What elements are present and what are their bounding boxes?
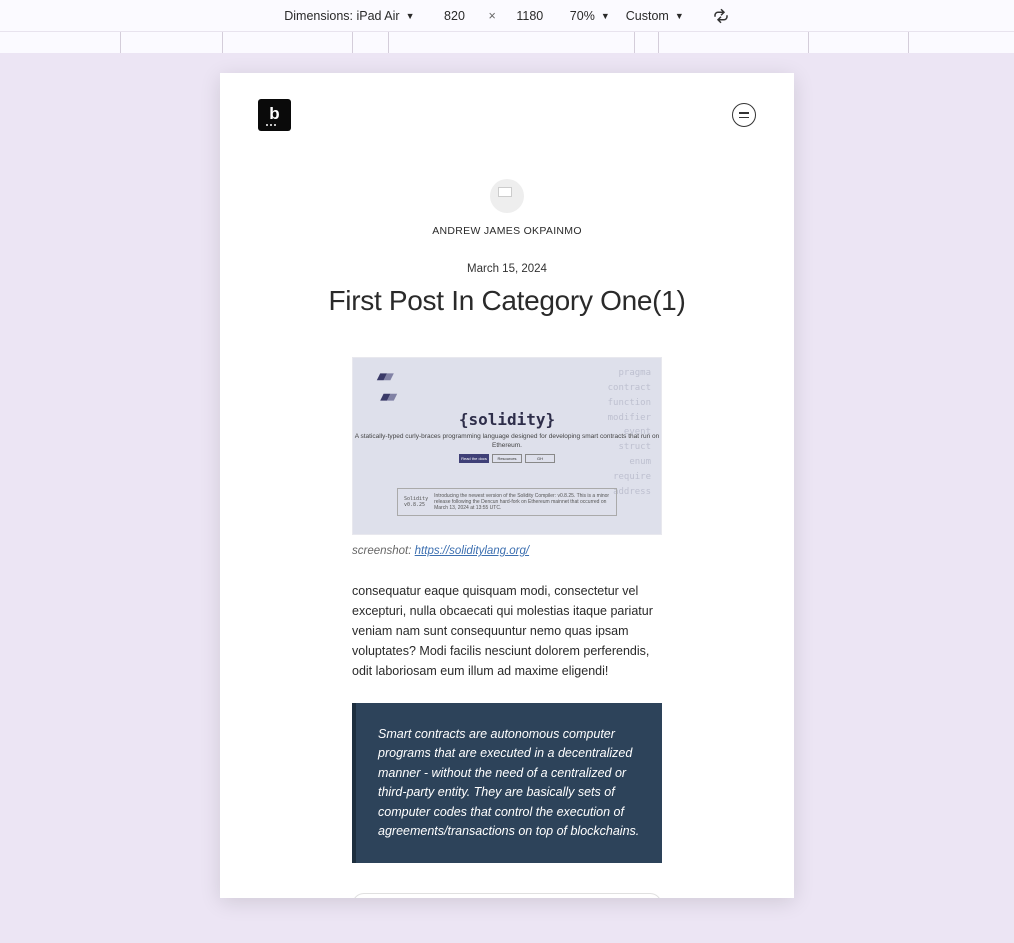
announce-text: Introducing the newest version of the So… — [434, 493, 610, 511]
author-avatar[interactable] — [490, 179, 524, 213]
dimensions-group: × — [430, 9, 553, 23]
hamburger-menu-icon[interactable] — [732, 103, 756, 127]
throttle-value: Custom — [626, 9, 669, 23]
page-scroll[interactable]: b ANDREW JAMES OKPAINMO March 15, 2024 F… — [220, 73, 794, 898]
rotate-icon[interactable] — [712, 7, 730, 25]
banner-btn-docs: Read the docs — [459, 454, 489, 463]
device-frame: b ANDREW JAMES OKPAINMO March 15, 2024 F… — [220, 73, 794, 898]
banner-btn-gh: GH — [525, 454, 555, 463]
banner-btn-resources: Resources — [492, 454, 522, 463]
banner-announce: Solidity v0.8.25 Introducing the newest … — [397, 488, 617, 516]
devtools-toolbar: Dimensions: iPad Air ▼ × 70% ▼ Custom ▼ — [0, 0, 1014, 32]
chevron-down-icon: ▼ — [675, 11, 684, 21]
site-header: b — [220, 73, 794, 149]
width-input[interactable] — [430, 9, 478, 23]
post-meta: ANDREW JAMES OKPAINMO March 15, 2024 Fir… — [220, 149, 794, 898]
hero-image: {solidity} A statically-typed curly-brac… — [352, 357, 662, 535]
caption-prefix: screenshot: — [352, 545, 415, 557]
zoom-select[interactable]: 70% ▼ — [570, 9, 610, 23]
throttle-select[interactable]: Custom ▼ — [626, 9, 684, 23]
viewport-area: b ANDREW JAMES OKPAINMO March 15, 2024 F… — [0, 53, 1014, 943]
dimension-separator: × — [488, 9, 495, 23]
device-select[interactable]: Dimensions: iPad Air ▼ — [284, 9, 414, 23]
blockquote: Smart contracts are autonomous computer … — [352, 703, 662, 863]
image-caption: screenshot: https://soliditylang.org/ — [352, 545, 662, 557]
author-name: ANDREW JAMES OKPAINMO — [258, 225, 756, 237]
logo-letter: b — [269, 104, 279, 124]
site-logo[interactable]: b — [258, 99, 291, 131]
zoom-value: 70% — [570, 9, 595, 23]
paragraph: consequatur eaque quisquam modi, consect… — [352, 581, 662, 681]
device-label: Dimensions: iPad Air — [284, 9, 399, 23]
article-body: {solidity} A statically-typed curly-brac… — [352, 357, 662, 898]
chevron-down-icon: ▼ — [406, 11, 415, 21]
post-title: First Post In Category One(1) — [258, 285, 756, 317]
chevron-down-icon: ▼ — [601, 11, 610, 21]
post-date: March 15, 2024 — [258, 263, 756, 275]
solidity-logo-icon — [373, 370, 401, 404]
ruler — [0, 32, 1014, 53]
announce-version: Solidity v0.8.25 — [404, 496, 428, 508]
tweet-embed[interactable]: b Blof 𝕏 — [352, 893, 662, 898]
height-input[interactable] — [506, 9, 554, 23]
caption-link[interactable]: https://soliditylang.org/ — [415, 545, 529, 557]
banner-keywords: pragma contract function modifier event … — [608, 366, 651, 500]
